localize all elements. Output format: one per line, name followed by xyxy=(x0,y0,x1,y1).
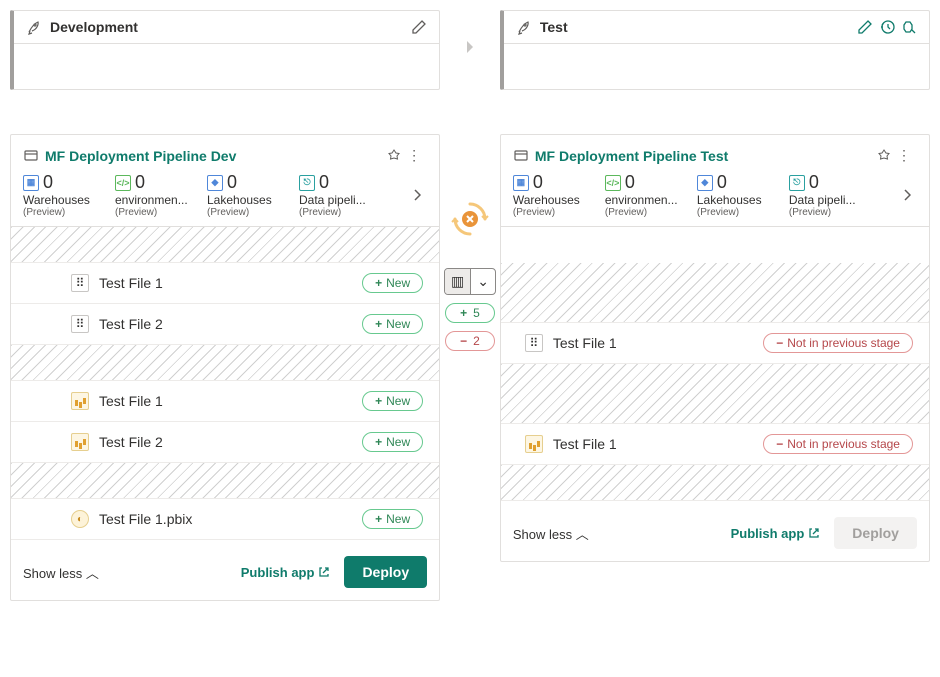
edit-icon[interactable] xyxy=(857,19,873,35)
deploy-button[interactable]: Deploy xyxy=(344,556,427,588)
stats-row: ▦0 Warehouses (Preview) </>0 environmen.… xyxy=(11,172,439,227)
show-less-toggle[interactable]: Show less ︿ xyxy=(513,524,589,543)
stat-pipelines[interactable]: ⎋0 Data pipeli... (Preview) xyxy=(789,172,881,218)
item-row[interactable]: Test File 1 +New xyxy=(11,381,439,422)
stats-row: ▦0 Warehouses (Preview) </>0 environmen.… xyxy=(501,172,929,227)
hatched-placeholder xyxy=(501,465,929,501)
external-link-icon xyxy=(808,527,820,539)
rocket-icon xyxy=(26,19,42,35)
stage-card-test: Test xyxy=(500,10,930,90)
new-badge: +New xyxy=(362,273,423,293)
lakehouse-icon: ◆ xyxy=(207,175,223,191)
compare-mode-grid-icon[interactable]: ▥ xyxy=(445,269,470,294)
chevron-down-icon[interactable]: ⌄ xyxy=(470,269,495,294)
external-link-icon xyxy=(318,566,330,578)
workspace-title: MF Deployment Pipeline Dev xyxy=(45,148,383,164)
settings-icon[interactable] xyxy=(901,19,917,35)
more-menu[interactable]: ⋮ xyxy=(891,147,917,164)
publish-app-link[interactable]: Publish app xyxy=(731,526,821,541)
card-footer: Show less ︿ Publish app Deploy xyxy=(11,540,439,588)
pipeline-icon: ⎋ xyxy=(299,175,315,191)
pipeline-icon: ⎋ xyxy=(789,175,805,191)
dataset-icon: ◐ xyxy=(71,510,89,528)
added-count-badge: +5 xyxy=(445,303,495,323)
workspace-icon xyxy=(23,148,39,164)
item-name: Test File 1.pbix xyxy=(99,511,362,527)
hatched-placeholder xyxy=(11,345,439,381)
more-menu[interactable]: ⋮ xyxy=(401,147,427,164)
item-row[interactable]: ⠿ Test File 2 +New xyxy=(11,304,439,345)
publish-app-link[interactable]: Publish app xyxy=(241,565,331,580)
dashboard-icon: ⠿ xyxy=(71,274,89,292)
environment-icon: </> xyxy=(605,175,621,191)
removed-count-badge: −2 xyxy=(445,331,495,351)
stage-arrow-icon xyxy=(440,10,500,54)
stat-pipelines[interactable]: ⎋0 Data pipeli... (Preview) xyxy=(299,172,391,218)
stage-card-development: Development xyxy=(10,10,440,90)
new-badge: +New xyxy=(362,432,423,452)
premium-icon xyxy=(877,149,891,163)
warehouse-icon: ▦ xyxy=(513,175,529,191)
hatched-placeholder xyxy=(11,227,439,263)
new-badge: +New xyxy=(362,391,423,411)
new-badge: +New xyxy=(362,314,423,334)
item-row[interactable]: ⠿ Test File 1 −Not in previous stage xyxy=(501,323,929,364)
stat-lakehouses[interactable]: ◆0 Lakehouses (Preview) xyxy=(697,172,789,218)
item-name: Test File 2 xyxy=(99,434,362,450)
compare-column: ▥ ⌄ +5 −2 xyxy=(440,134,500,351)
new-badge: +New xyxy=(362,509,423,529)
workspace-icon xyxy=(513,148,529,164)
item-row[interactable]: ◐ Test File 1.pbix +New xyxy=(11,499,439,540)
warehouse-icon: ▦ xyxy=(23,175,39,191)
report-icon xyxy=(525,435,543,453)
items-list: ⠿ Test File 1 −Not in previous stage Tes… xyxy=(501,227,929,501)
dashboard-icon: ⠿ xyxy=(525,334,543,352)
report-icon xyxy=(71,433,89,451)
deploy-button: Deploy xyxy=(834,517,917,549)
workspace-card-dev: MF Deployment Pipeline Dev ⋮ ▦0 Warehous… xyxy=(10,134,440,601)
item-row[interactable]: ⠿ Test File 1 +New xyxy=(11,263,439,304)
stage-title: Development xyxy=(50,19,411,35)
edit-icon[interactable] xyxy=(411,19,427,35)
not-in-previous-badge: −Not in previous stage xyxy=(763,434,913,454)
dashboard-icon: ⠿ xyxy=(71,315,89,333)
chevron-up-icon: ︿ xyxy=(576,527,589,542)
item-name: Test File 2 xyxy=(99,316,362,332)
item-name: Test File 1 xyxy=(553,436,763,452)
stage-headers-row: Development Test xyxy=(10,10,930,90)
not-in-previous-badge: −Not in previous stage xyxy=(763,333,913,353)
item-name: Test File 1 xyxy=(553,335,763,351)
lakehouse-icon: ◆ xyxy=(697,175,713,191)
report-icon xyxy=(71,392,89,410)
stat-warehouses[interactable]: ▦0 Warehouses (Preview) xyxy=(513,172,605,218)
stat-warehouses[interactable]: ▦0 Warehouses (Preview) xyxy=(23,172,115,218)
item-name: Test File 1 xyxy=(99,393,362,409)
stage-title: Test xyxy=(540,19,857,35)
stats-next-icon[interactable] xyxy=(897,183,917,207)
compare-mode-select[interactable]: ▥ ⌄ xyxy=(444,268,496,295)
workspace-title: MF Deployment Pipeline Test xyxy=(535,148,873,164)
compare-status-icon[interactable] xyxy=(451,200,489,238)
item-name: Test File 1 xyxy=(99,275,362,291)
stat-environments[interactable]: </>0 environmen... (Preview) xyxy=(605,172,697,218)
rocket-icon xyxy=(516,19,532,35)
workspace-card-test: MF Deployment Pipeline Test ⋮ ▦0 Warehou… xyxy=(500,134,930,562)
items-list: ⠿ Test File 1 +New ⠿ Test File 2 +New Te… xyxy=(11,227,439,540)
stats-next-icon[interactable] xyxy=(407,183,427,207)
hatched-placeholder xyxy=(11,463,439,499)
premium-icon xyxy=(387,149,401,163)
workspace-row: MF Deployment Pipeline Dev ⋮ ▦0 Warehous… xyxy=(10,134,930,601)
card-footer: Show less ︿ Publish app Deploy xyxy=(501,501,929,549)
stat-environments[interactable]: </>0 environmen... (Preview) xyxy=(115,172,207,218)
history-icon[interactable] xyxy=(879,19,895,35)
chevron-up-icon: ︿ xyxy=(86,566,99,581)
item-row[interactable]: Test File 1 −Not in previous stage xyxy=(501,424,929,465)
hatched-placeholder xyxy=(501,364,929,424)
hatched-placeholder xyxy=(501,263,929,323)
environment-icon: </> xyxy=(115,175,131,191)
item-row[interactable]: Test File 2 +New xyxy=(11,422,439,463)
stat-lakehouses[interactable]: ◆0 Lakehouses (Preview) xyxy=(207,172,299,218)
show-less-toggle[interactable]: Show less ︿ xyxy=(23,563,99,582)
